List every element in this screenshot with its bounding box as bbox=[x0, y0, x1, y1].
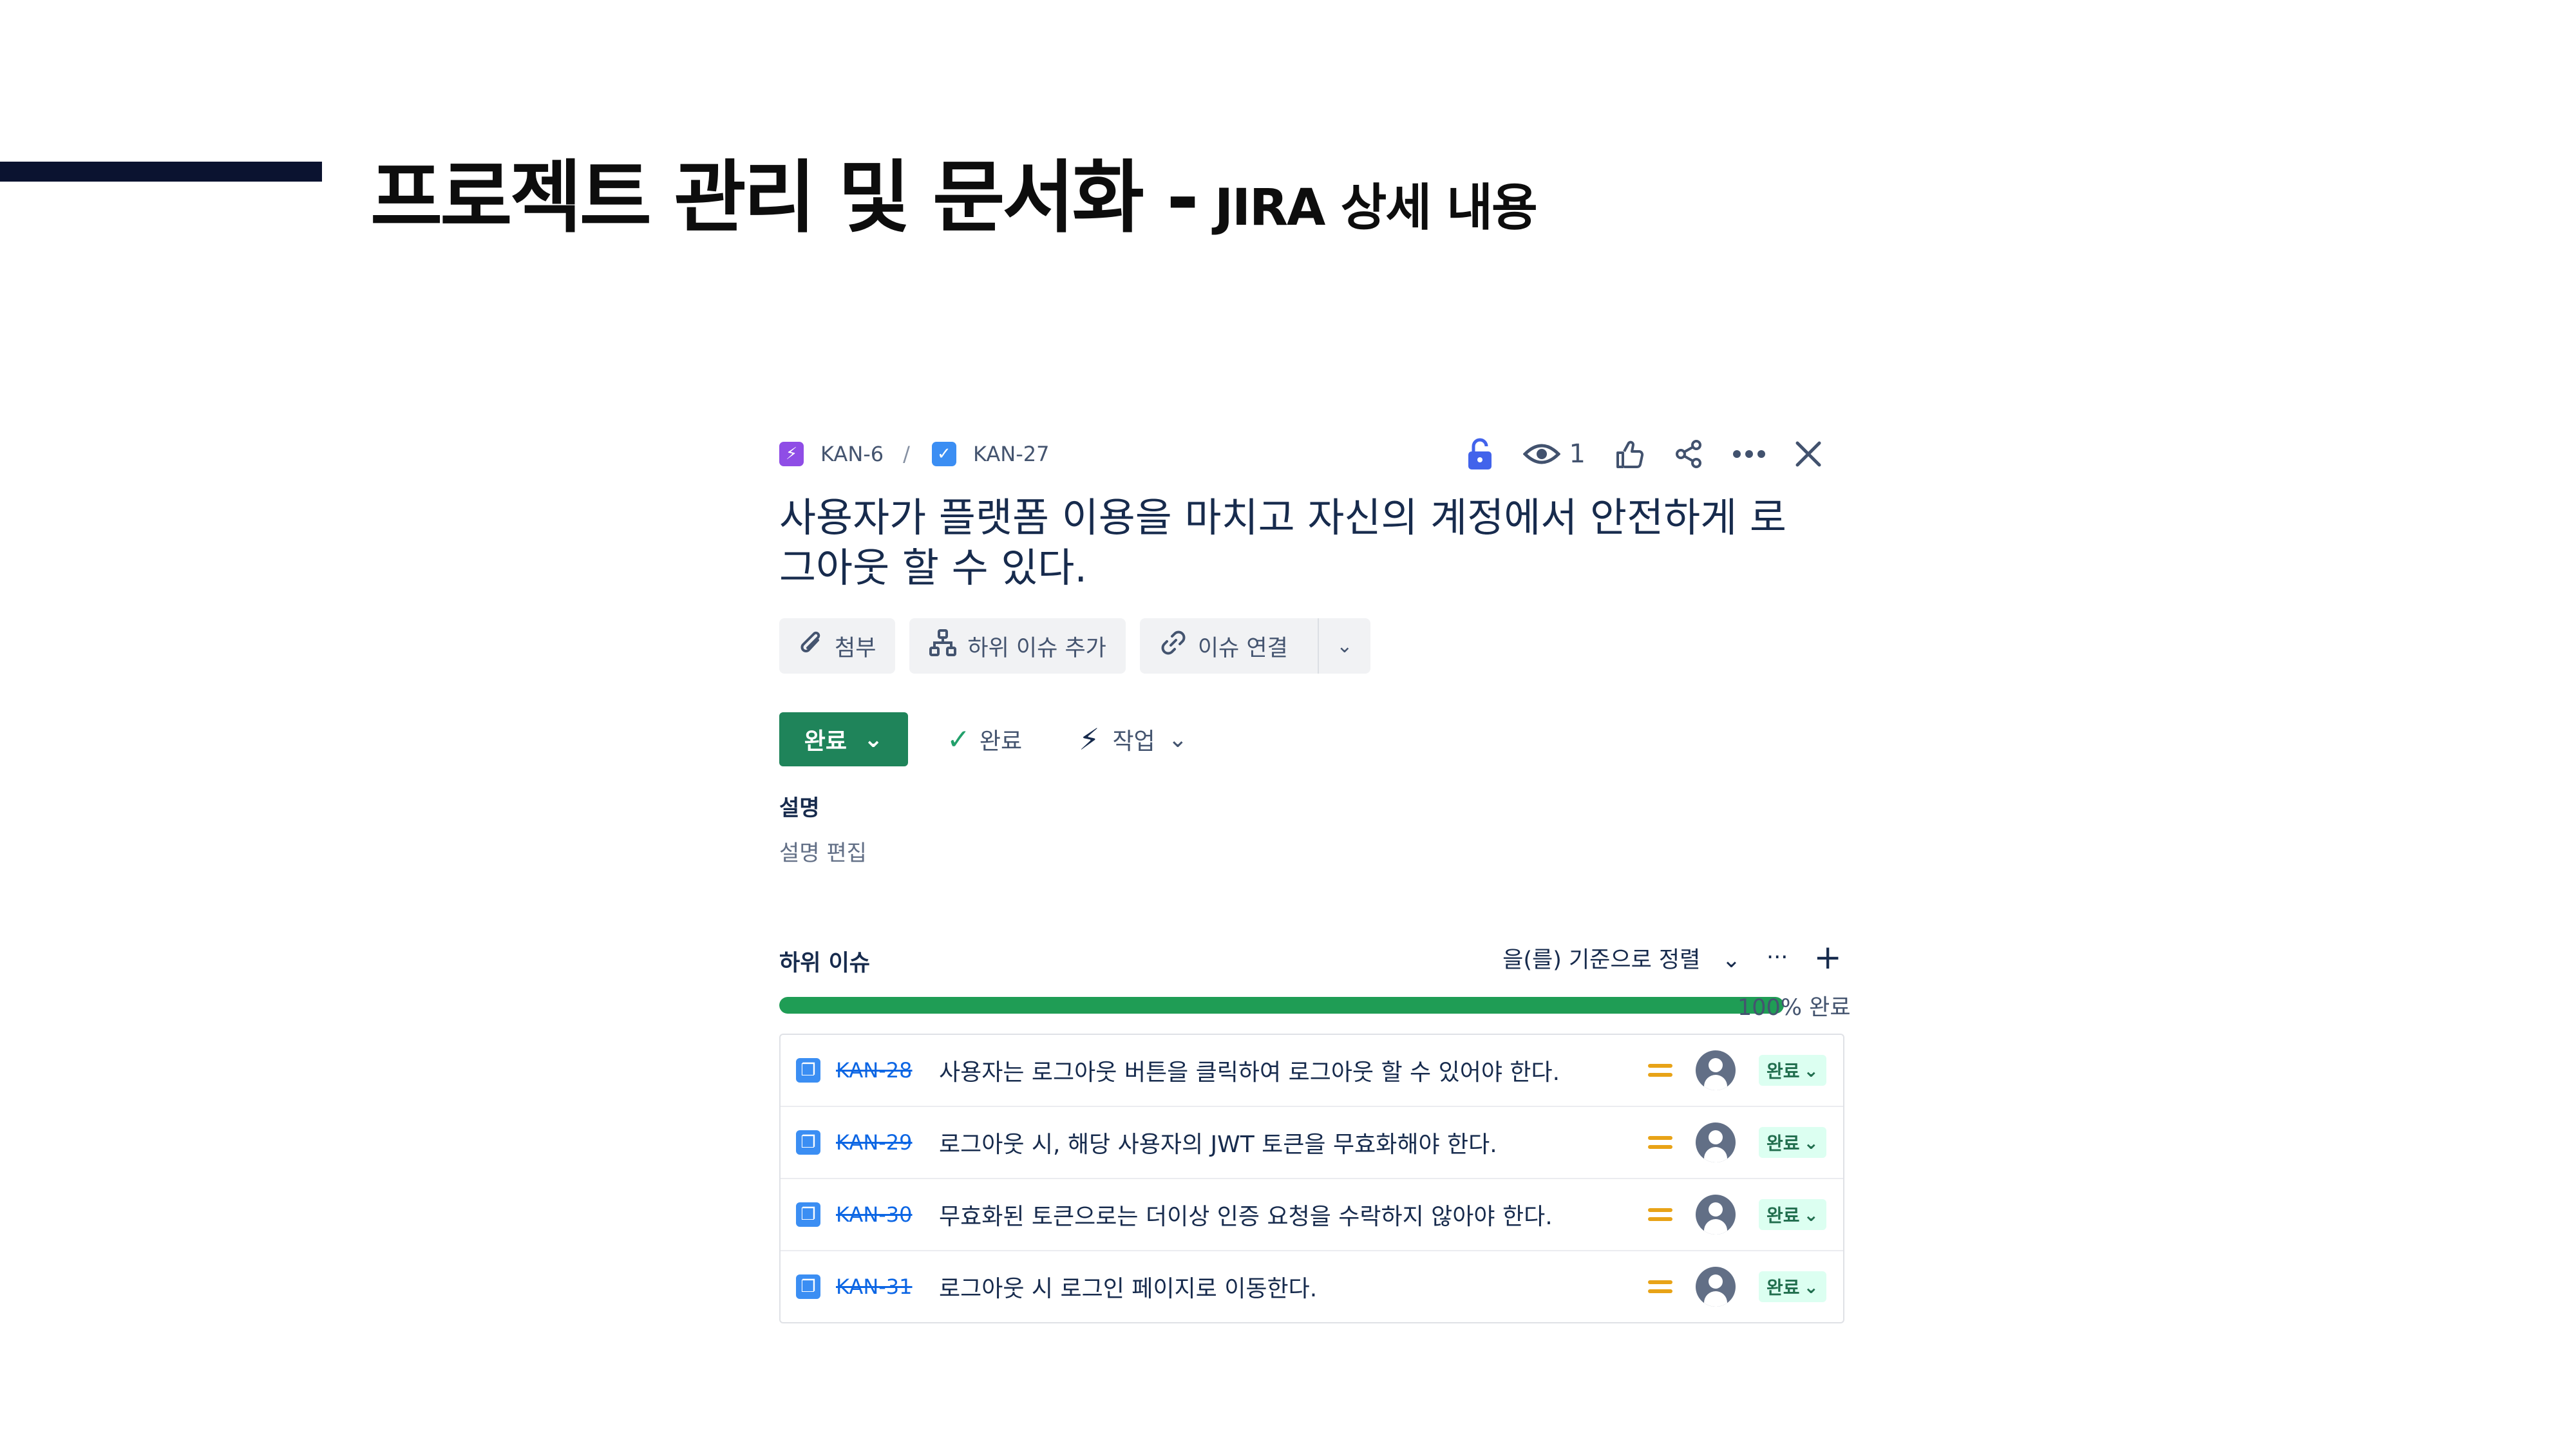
subtask-icon: ❐ bbox=[796, 1058, 820, 1083]
status-badge[interactable]: 완료 ⌄ bbox=[1759, 1199, 1826, 1230]
add-icon[interactable]: + bbox=[1814, 941, 1842, 974]
link-issue-button[interactable]: 이슈 연결 ⌄ bbox=[1139, 618, 1370, 674]
paperclip-icon bbox=[799, 629, 824, 664]
breadcrumb-parent-key[interactable]: KAN-6 bbox=[820, 442, 884, 466]
chevron-down-icon: ⌄ bbox=[1803, 1132, 1819, 1153]
priority-medium-icon bbox=[1648, 1064, 1672, 1077]
child-issue-key[interactable]: KAN-29 bbox=[836, 1130, 926, 1155]
chevron-down-icon: ⌄ bbox=[1803, 1204, 1819, 1226]
status-badge-label: 완료 bbox=[1766, 1061, 1800, 1082]
priority-medium-icon bbox=[1648, 1136, 1672, 1149]
issue-type-dropdown[interactable]: ⚡ 작업 ⌄ bbox=[1079, 722, 1188, 757]
avatar[interactable] bbox=[1696, 1050, 1736, 1090]
child-issue-summary[interactable]: 로그아웃 시 로그인 페이지로 이동한다. bbox=[939, 1270, 1317, 1303]
table-row[interactable]: ❐ KAN-29 로그아웃 시, 해당 사용자의 JWT 토큰을 무효화해야 한… bbox=[781, 1107, 1843, 1179]
subtask-icon: ❐ bbox=[796, 1130, 820, 1155]
resolution-label: 완료 bbox=[979, 728, 1023, 755]
progress-fill bbox=[779, 997, 1784, 1014]
more-options-icon[interactable]: ··· bbox=[1766, 945, 1788, 971]
status-row: 완료 ⌄ ✓ 완료 ⚡ 작업 ⌄ bbox=[779, 712, 1188, 766]
child-issue-summary[interactable]: 무효화된 토큰으로는 더이상 인증 요청을 수락하지 않아야 한다. bbox=[939, 1198, 1553, 1231]
epic-icon: ⚡ bbox=[779, 442, 804, 466]
description-edit-placeholder[interactable]: 설명 편집 bbox=[779, 835, 867, 867]
watch-count: 1 bbox=[1569, 439, 1586, 469]
attach-label: 첨부 bbox=[835, 635, 876, 661]
breadcrumb-separator: / bbox=[903, 442, 910, 466]
child-issues-tools: 을(를) 기준으로 정렬 ⌄ ··· + bbox=[1502, 938, 1842, 977]
attach-button[interactable]: 첨부 bbox=[779, 618, 896, 674]
slide-title-sub: JIRA 상세 내용 bbox=[1214, 179, 1538, 237]
link-icon bbox=[1159, 629, 1188, 664]
slide-accent-bar bbox=[0, 162, 322, 182]
link-issue-label: 이슈 연결 bbox=[1197, 635, 1288, 661]
watch-button[interactable]: 1 bbox=[1522, 439, 1586, 469]
slide-title-main: 프로젝트 관리 및 문서화 - bbox=[370, 152, 1199, 243]
status-badge-label: 완료 bbox=[1766, 1205, 1800, 1226]
table-row[interactable]: ❐ KAN-31 로그아웃 시 로그인 페이지로 이동한다. 완료 ⌄ bbox=[781, 1251, 1843, 1322]
resolution: ✓ 완료 bbox=[947, 723, 1022, 756]
chevron-down-icon[interactable]: ⌄ bbox=[1317, 618, 1370, 674]
subtask-icon: ❐ bbox=[796, 1274, 820, 1299]
avatar[interactable] bbox=[1696, 1195, 1736, 1235]
table-row[interactable]: ❐ KAN-28 사용자는 로그아웃 버튼을 클릭하여 로그아웃 할 수 있어야… bbox=[781, 1035, 1843, 1107]
breadcrumb: ⚡ KAN-6 / ✓ KAN-27 bbox=[779, 435, 1049, 473]
child-issue-key[interactable]: KAN-30 bbox=[836, 1202, 926, 1227]
share-icon[interactable] bbox=[1673, 439, 1704, 469]
status-badge[interactable]: 완료 ⌄ bbox=[1759, 1271, 1826, 1302]
checkmark-icon: ✓ bbox=[947, 723, 971, 756]
jira-issue-panel: ⚡ KAN-6 / ✓ KAN-27 1 사용자가 플랫폼 이용을 마치고 자신… bbox=[779, 425, 1851, 1327]
status-badge[interactable]: 완료 ⌄ bbox=[1759, 1127, 1826, 1158]
eye-icon bbox=[1522, 444, 1560, 464]
lock-icon[interactable] bbox=[1465, 437, 1495, 471]
slide-title: 프로젝트 관리 및 문서화 - JIRA 상세 내용 bbox=[370, 134, 1538, 243]
chevron-down-icon: ⌄ bbox=[864, 726, 884, 753]
child-issue-summary[interactable]: 로그아웃 시, 해당 사용자의 JWT 토큰을 무효화해야 한다. bbox=[939, 1126, 1497, 1159]
chevron-down-icon: ⌄ bbox=[1168, 726, 1188, 753]
close-icon[interactable] bbox=[1794, 440, 1823, 468]
issue-type-label: 작업 bbox=[1112, 728, 1155, 755]
hierarchy-icon bbox=[929, 629, 957, 664]
status-badge-label: 완료 bbox=[1766, 1133, 1800, 1154]
lightning-icon: ⚡ bbox=[1079, 722, 1100, 757]
breadcrumb-current-key[interactable]: KAN-27 bbox=[973, 442, 1050, 466]
status-label: 완료 bbox=[804, 728, 848, 755]
child-issues-header: 하위 이슈 을(를) 기준으로 정렬 ⌄ ··· + bbox=[779, 938, 1842, 977]
child-issues-title: 하위 이슈 bbox=[779, 951, 870, 976]
task-icon: ✓ bbox=[931, 442, 956, 466]
add-child-label: 하위 이슈 추가 bbox=[967, 635, 1106, 661]
child-issue-key[interactable]: KAN-28 bbox=[836, 1058, 926, 1083]
issue-toolbar: 1 bbox=[1465, 431, 1823, 477]
more-options-icon[interactable] bbox=[1732, 450, 1766, 459]
status-badge-label: 완료 bbox=[1766, 1277, 1800, 1298]
child-issue-list: ❐ KAN-28 사용자는 로그아웃 버튼을 클릭하여 로그아웃 할 수 있어야… bbox=[779, 1034, 1844, 1323]
status-badge[interactable]: 완료 ⌄ bbox=[1759, 1055, 1826, 1086]
sort-label: 을(를) 기준으로 정렬 bbox=[1502, 947, 1701, 973]
child-issues-progress-bar bbox=[779, 997, 1784, 1014]
avatar[interactable] bbox=[1696, 1122, 1736, 1162]
like-icon[interactable] bbox=[1614, 439, 1645, 469]
progress-label: 100% 완료 bbox=[1738, 995, 1851, 1021]
chevron-down-icon: ⌄ bbox=[1803, 1276, 1819, 1298]
table-row[interactable]: ❐ KAN-30 무효화된 토큰으로는 더이상 인증 요청을 수락하지 않아야 … bbox=[781, 1179, 1843, 1251]
child-issue-summary[interactable]: 사용자는 로그아웃 버튼을 클릭하여 로그아웃 할 수 있어야 한다. bbox=[939, 1054, 1560, 1087]
chevron-down-icon: ⌄ bbox=[1803, 1059, 1819, 1081]
issue-title[interactable]: 사용자가 플랫폼 이용을 마치고 자신의 계정에서 안전하게 로그아웃 할 수 … bbox=[779, 493, 1823, 593]
priority-medium-icon bbox=[1648, 1208, 1672, 1221]
avatar[interactable] bbox=[1696, 1267, 1736, 1307]
chevron-down-icon: ⌄ bbox=[1721, 947, 1741, 973]
child-issue-key[interactable]: KAN-31 bbox=[836, 1274, 926, 1299]
issue-action-bar: 첨부 하위 이슈 추가 이슈 연결 ⌄ bbox=[779, 618, 1370, 674]
add-child-issue-button[interactable]: 하위 이슈 추가 bbox=[909, 618, 1126, 674]
description-label: 설명 bbox=[779, 795, 820, 821]
priority-medium-icon bbox=[1648, 1280, 1672, 1293]
status-dropdown[interactable]: 완료 ⌄ bbox=[779, 712, 908, 766]
subtask-icon: ❐ bbox=[796, 1202, 820, 1227]
sort-dropdown[interactable]: 을(를) 기준으로 정렬 ⌄ bbox=[1502, 942, 1741, 974]
